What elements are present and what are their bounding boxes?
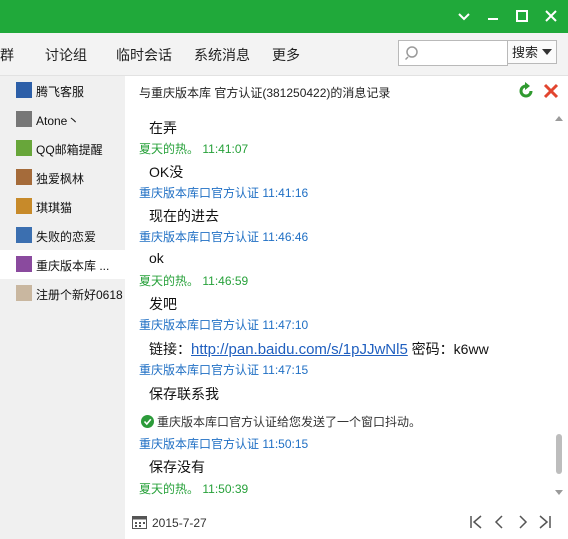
next-page-icon[interactable] xyxy=(514,513,532,531)
message-text: ok xyxy=(149,250,164,266)
message-link-line: 链接：http://pan.baidu.com/s/1pJJwNl5 密码：k6… xyxy=(149,339,489,359)
minimize-icon[interactable] xyxy=(456,8,472,24)
avatar xyxy=(16,256,32,272)
message-time: 11:41:07 xyxy=(202,142,249,156)
message-meta: 夏天的热。 11:41:07 xyxy=(139,140,248,157)
message-sender: 夏天的热。 xyxy=(139,274,200,288)
search-input[interactable] xyxy=(398,40,508,66)
contact-item[interactable]: 失败的恋爱 xyxy=(0,221,125,250)
first-page-icon[interactable] xyxy=(467,513,485,531)
message-text: 在弄 xyxy=(149,120,177,136)
link-prefix: 链接： xyxy=(149,341,191,357)
avatar xyxy=(16,227,32,243)
contact-item[interactable]: 重庆版本库 ... xyxy=(0,250,125,279)
message-meta: 夏天的热。 11:46:59 xyxy=(139,272,248,289)
menu-item-discussion[interactable]: 讨论组 xyxy=(45,45,87,65)
contact-item[interactable]: 注册个新好0618 xyxy=(0,279,125,308)
contact-name: 琪琪猫 xyxy=(36,201,73,215)
system-notice-text: 重庆版本库口官方认证给您发送了一个窗口抖动。 xyxy=(157,415,422,429)
message-time: 11:47:15 xyxy=(262,363,309,377)
message-meta: 重庆版本库口官方认证 11:47:15 xyxy=(139,361,308,378)
menu-item-system-msg[interactable]: 系统消息 xyxy=(194,45,250,65)
history-date[interactable]: 2015-7-27 xyxy=(152,516,207,530)
message-text: 发吧 xyxy=(149,296,177,312)
message-sender: 重庆版本库口官方认证 xyxy=(139,186,260,200)
search-button[interactable]: 搜索 xyxy=(507,40,557,64)
avatar xyxy=(16,169,32,185)
contact-list: 腾飞客服 Atone丶 QQ邮箱提醒 独爱枫林琪琪猫失败的恋爱重庆版本库 ... 注册个… xyxy=(0,76,125,539)
message-meta: 重庆版本库口官方认证 11:50:15 xyxy=(139,435,308,452)
message-text: 保存联系我 xyxy=(149,386,219,402)
refresh-icon[interactable] xyxy=(517,82,535,100)
contact-item[interactable]: QQ邮箱提醒 xyxy=(0,134,125,163)
contact-item[interactable]: 腾飞客服 xyxy=(0,76,125,105)
message-sender: 夏天的热。 xyxy=(139,482,200,496)
message-text: 现在的进去 xyxy=(149,208,219,224)
scroll-up-icon[interactable] xyxy=(554,114,564,122)
message-meta: 重庆版本库口官方认证 11:41:16 xyxy=(139,184,308,201)
scrollbar-thumb[interactable] xyxy=(556,434,562,474)
message-text: 保存没有 xyxy=(149,459,205,475)
message-meta: 夏天的热。 11:50:39 xyxy=(139,480,248,497)
title-bar xyxy=(0,0,568,33)
contact-name: 注册个新好0618 xyxy=(36,288,123,302)
last-page-icon[interactable] xyxy=(536,513,554,531)
shared-link[interactable]: http://pan.baidu.com/s/1pJJwNl5 xyxy=(191,341,408,358)
contact-name: 腾飞客服 xyxy=(36,85,85,99)
minimize-button[interactable] xyxy=(485,8,501,24)
search-button-label: 搜索 xyxy=(512,45,539,60)
message-history-panel: 与重庆版本库 官方认证(381250422)的消息记录 在弄夏天的热。 11:4… xyxy=(125,76,568,539)
calendar-icon[interactable] xyxy=(132,515,147,529)
contact-name: Atone丶 xyxy=(36,114,80,128)
contact-name: 重庆版本库 ... xyxy=(36,259,110,273)
message-meta: 重庆版本库口官方认证 11:46:46 xyxy=(139,228,308,245)
contact-name: 独爱枫林 xyxy=(36,172,85,186)
menu-item-group-partial[interactable]: 群 xyxy=(0,45,14,65)
avatar xyxy=(16,82,32,98)
link-suffix: 密码：k6ww xyxy=(407,341,489,357)
menu-item-temp-chat[interactable]: 临时会话 xyxy=(116,45,172,65)
message-sender: 重庆版本库口官方认证 xyxy=(139,230,260,244)
contact-item[interactable]: 琪琪猫 xyxy=(0,192,125,221)
system-notice: 重庆版本库口官方认证给您发送了一个窗口抖动。 xyxy=(141,413,421,430)
message-time: 11:46:59 xyxy=(202,274,249,288)
contact-name: QQ邮箱提醒 xyxy=(36,143,103,157)
maximize-icon[interactable] xyxy=(514,8,530,24)
history-title: 与重庆版本库 官方认证(381250422)的消息记录 xyxy=(139,86,391,100)
delete-icon[interactable] xyxy=(542,82,560,100)
avatar xyxy=(16,285,32,301)
scroll-down-icon[interactable] xyxy=(554,489,564,497)
check-circle-icon xyxy=(141,415,154,428)
contact-item[interactable]: 独爱枫林 xyxy=(0,163,125,192)
prev-page-icon[interactable] xyxy=(490,513,508,531)
message-time: 11:41:16 xyxy=(262,186,309,200)
message-time: 11:50:39 xyxy=(202,482,249,496)
avatar xyxy=(16,198,32,214)
menu-item-more[interactable]: 更多 xyxy=(272,45,300,65)
avatar xyxy=(16,140,32,156)
close-icon[interactable] xyxy=(543,8,559,24)
message-meta: 重庆版本库口官方认证 11:47:10 xyxy=(139,316,308,333)
message-sender: 夏天的热。 xyxy=(139,142,200,156)
menu-bar: 群 讨论组 临时会话 系统消息 更多 搜索 xyxy=(0,33,568,76)
dropdown-icon[interactable] xyxy=(542,49,552,57)
message-time: 11:50:15 xyxy=(262,437,309,451)
search-icon xyxy=(405,46,418,61)
message-sender: 重庆版本库口官方认证 xyxy=(139,363,260,377)
message-time: 11:47:10 xyxy=(262,318,309,332)
avatar xyxy=(16,111,32,127)
history-footer: 2015-7-27 xyxy=(125,504,568,539)
message-sender: 重庆版本库口官方认证 xyxy=(139,437,260,451)
contact-item[interactable]: Atone丶 xyxy=(0,105,125,134)
message-sender: 重庆版本库口官方认证 xyxy=(139,318,260,332)
message-time: 11:46:46 xyxy=(262,230,309,244)
contact-name: 失败的恋爱 xyxy=(36,230,97,244)
message-text: OK没 xyxy=(149,164,184,180)
